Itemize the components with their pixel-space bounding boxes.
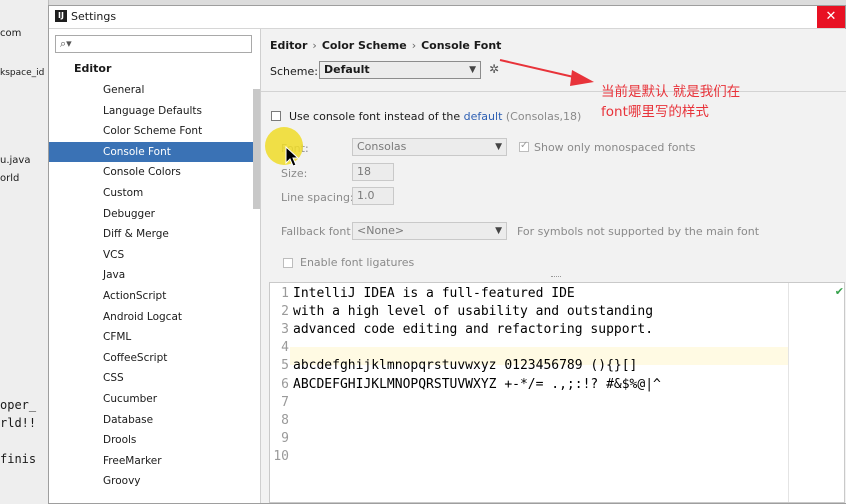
annotation-line: font哪里写的样式 bbox=[601, 104, 709, 120]
annotation-arrow bbox=[499, 59, 594, 86]
annotation-line: 当前是默认 就是我们在 bbox=[601, 84, 741, 100]
annotation-text: 当前是默认 就是我们在 font哪里写的样式 bbox=[601, 82, 801, 122]
mouse-pointer-icon bbox=[285, 146, 299, 167]
